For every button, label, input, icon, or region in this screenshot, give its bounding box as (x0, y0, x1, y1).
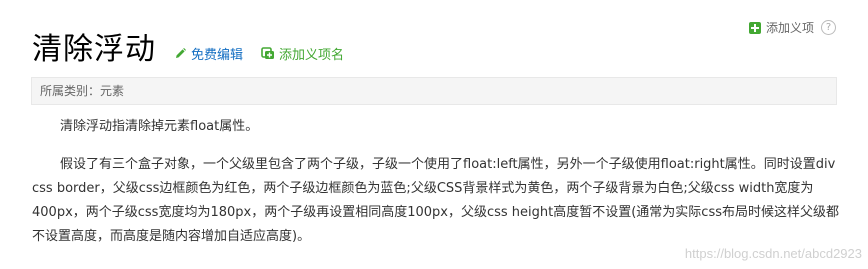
add-item-label: 添加义项 (765, 21, 814, 35)
edit-label: 免费编辑 (191, 48, 244, 63)
add-name-icon (261, 47, 275, 60)
add-item-button[interactable]: 添加义项 ? (748, 19, 836, 36)
help-icon[interactable]: ? (821, 20, 836, 35)
paragraph-body: 假设了有三个盒子对象，一个父级里包含了两个子级，子级一个使用了float:lef… (32, 157, 839, 244)
add-name-button[interactable]: 添加义项名 (261, 44, 344, 63)
article-content: 清除浮动指清除掉元素float属性。 假设了有三个盒子对象，一个父级里包含了两个… (32, 115, 840, 263)
category-text: 所属类别：元素 (40, 84, 125, 98)
plus-square-icon (748, 21, 761, 34)
edit-button[interactable]: 免费编辑 (174, 44, 243, 63)
pencil-icon (174, 47, 187, 60)
title-row: 清除浮动 免费编辑 添加义项名 (32, 30, 344, 70)
page-title: 清除浮动 (32, 32, 156, 67)
paragraph-intro: 清除浮动指清除掉元素float属性。 (60, 119, 259, 134)
watermark: https://blog.csdn.net/abcd2923 (684, 246, 862, 261)
category-bar: 所属类别：元素 (31, 77, 837, 105)
add-name-label: 添加义项名 (279, 48, 345, 63)
